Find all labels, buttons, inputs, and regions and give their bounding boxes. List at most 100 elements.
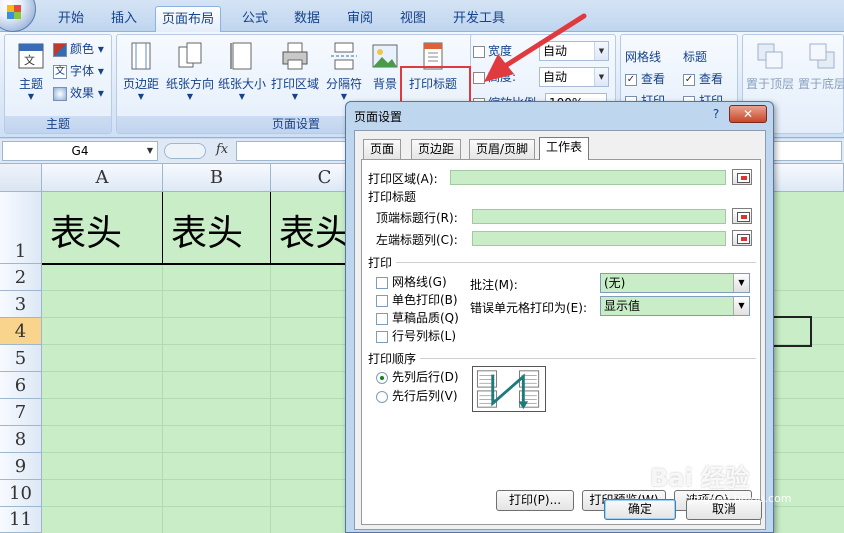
page-order-preview-icon <box>472 366 546 412</box>
chevron-down-icon: ▼ <box>186 92 194 101</box>
size-button[interactable]: 纸张大小 ▼ <box>217 41 267 102</box>
breaks-button[interactable]: 分隔符 ▼ <box>323 41 365 102</box>
background-button[interactable]: 背景 <box>365 41 405 92</box>
bring-to-front-icon <box>757 43 783 69</box>
bring-to-front-button[interactable]: 置于顶层 <box>745 41 795 92</box>
tab-home[interactable]: 开始 <box>52 6 90 32</box>
over-then-down-radio[interactable]: 先行后列(V) <box>376 387 458 404</box>
row-header[interactable]: 3 <box>0 291 42 318</box>
chevron-down-icon: ▼ <box>27 92 35 101</box>
page-order-label: 打印顺序 <box>368 352 417 366</box>
effects-button[interactable]: 效果 ▾ <box>53 83 104 103</box>
annotation-arrow-icon <box>484 13 587 82</box>
down-then-over-radio[interactable]: 先列后行(D) <box>376 368 459 385</box>
tab-review[interactable]: 审阅 <box>341 6 379 32</box>
comments-select[interactable]: (无) ▼ <box>600 273 750 293</box>
tab-page-layout[interactable]: 页面布局 <box>155 6 222 33</box>
column-header-b[interactable]: B <box>163 164 271 192</box>
name-box[interactable]: G4 ▼ <box>2 141 158 161</box>
column-header-a[interactable]: A <box>42 164 163 192</box>
tab-view[interactable]: 视图 <box>394 6 432 32</box>
headings-label: 标题 <box>683 50 708 64</box>
chevron-down-icon: ▼ <box>733 297 749 315</box>
tab-formulas[interactable]: 公式 <box>236 6 274 32</box>
top-rows-input[interactable] <box>472 209 726 224</box>
comments-label: 批注(M): <box>470 278 518 292</box>
paper-size-icon <box>230 42 252 70</box>
theme-icon: 文 <box>18 43 44 69</box>
colors-button[interactable]: 颜色 ▾ <box>53 39 104 59</box>
check-icon: ✓ <box>683 73 695 86</box>
active-cell-g4[interactable] <box>772 316 812 347</box>
tab-page[interactable]: 页面 <box>363 139 402 159</box>
top-rows-label: 顶端标题行(R): <box>376 211 458 225</box>
left-cols-input[interactable] <box>472 231 726 246</box>
watermark-url: jingyan.baidu.com <box>690 492 792 505</box>
row-header[interactable]: 11 <box>0 507 42 533</box>
draft-quality-checkbox[interactable]: 草稿品质(Q) <box>376 309 459 326</box>
effects-icon <box>53 86 67 101</box>
print-titles-label: 打印标题 <box>368 190 417 204</box>
chevron-down-icon: ▼ <box>594 42 608 60</box>
cell-c1[interactable]: 表头 <box>271 192 351 264</box>
tab-sheet[interactable]: 工作表 <box>539 137 590 160</box>
row-header[interactable]: 8 <box>0 426 42 453</box>
print-section-label: 打印 <box>368 256 393 270</box>
print-area-input[interactable] <box>450 170 726 185</box>
select-all-corner[interactable] <box>0 164 42 192</box>
row-header[interactable]: 10 <box>0 480 42 507</box>
cell-errors-label: 错误单元格打印为(E): <box>470 301 587 315</box>
row-header[interactable]: 1 <box>0 192 42 264</box>
theme-group-label: 主题 <box>5 116 111 133</box>
fonts-icon: 文 <box>53 64 67 79</box>
printer-icon <box>282 42 308 70</box>
tab-data[interactable]: 数据 <box>288 6 326 32</box>
print-area-button[interactable]: 打印区域 ▼ <box>269 41 321 102</box>
help-icon[interactable]: ? <box>707 105 725 123</box>
cell-a1[interactable]: 表头 <box>42 192 163 264</box>
theme-group: 文 主题 ▼ 颜色 ▾ 文字体 ▾ 效果 ▾ 主题 <box>4 34 112 134</box>
fonts-button[interactable]: 文字体 ▾ <box>53 61 104 81</box>
gridlines-view-checkbox[interactable]: ✓ 查看 <box>625 69 665 89</box>
row-col-headings-checkbox[interactable]: 行号列标(L) <box>376 327 456 344</box>
insert-function-button[interactable]: fx <box>216 142 228 157</box>
check-icon: ✓ <box>625 73 637 86</box>
breaks-icon <box>331 42 357 70</box>
chevron-down-icon: ▼ <box>733 274 749 292</box>
collapse-dialog-icon[interactable] <box>732 230 752 246</box>
left-cols-label: 左端标题列(C): <box>376 233 458 247</box>
collapse-dialog-icon[interactable] <box>732 208 752 224</box>
tab-header-footer[interactable]: 页眉/页脚 <box>469 139 536 159</box>
close-icon[interactable]: ✕ <box>729 105 767 123</box>
row-header-selected[interactable]: 4 <box>0 318 42 345</box>
chevron-down-icon: ▼ <box>594 68 608 86</box>
print-button[interactable]: 打印(P)... <box>496 490 574 511</box>
colors-icon <box>53 42 67 57</box>
cell-b1[interactable]: 表头 <box>163 192 271 264</box>
dialog-title: 页面设置 <box>354 110 403 124</box>
headings-view-checkbox[interactable]: ✓ 查看 <box>683 69 723 89</box>
row-header[interactable]: 2 <box>0 264 42 291</box>
background-image-icon <box>372 44 398 68</box>
orientation-button[interactable]: 纸张方向 ▼ <box>165 41 215 102</box>
row-header[interactable]: 6 <box>0 372 42 399</box>
row-header[interactable]: 5 <box>0 345 42 372</box>
gridlines-checkbox[interactable]: 网格线(G) <box>376 273 447 290</box>
ok-button[interactable]: 确定 <box>604 499 676 520</box>
orientation-icon <box>178 42 202 68</box>
row-header[interactable]: 9 <box>0 453 42 480</box>
row-header[interactable]: 7 <box>0 399 42 426</box>
tab-margins[interactable]: 页边距 <box>411 139 462 159</box>
black-and-white-checkbox[interactable]: 单色打印(B) <box>376 291 458 308</box>
office-button[interactable] <box>0 0 36 32</box>
chevron-down-icon: ▼ <box>146 146 154 155</box>
margins-button[interactable]: 页边距 ▼ <box>117 41 165 102</box>
theme-button[interactable]: 文 主题 ▼ <box>7 41 55 102</box>
cell-errors-select[interactable]: 显示值 ▼ <box>600 296 750 316</box>
tab-insert[interactable]: 插入 <box>105 6 143 32</box>
formula-bar-oval <box>164 143 206 159</box>
svg-text:文: 文 <box>24 53 35 67</box>
gridlines-label: 网格线 <box>625 50 662 64</box>
collapse-dialog-icon[interactable] <box>732 169 752 185</box>
send-to-back-button[interactable]: 置于底层 <box>797 41 844 92</box>
